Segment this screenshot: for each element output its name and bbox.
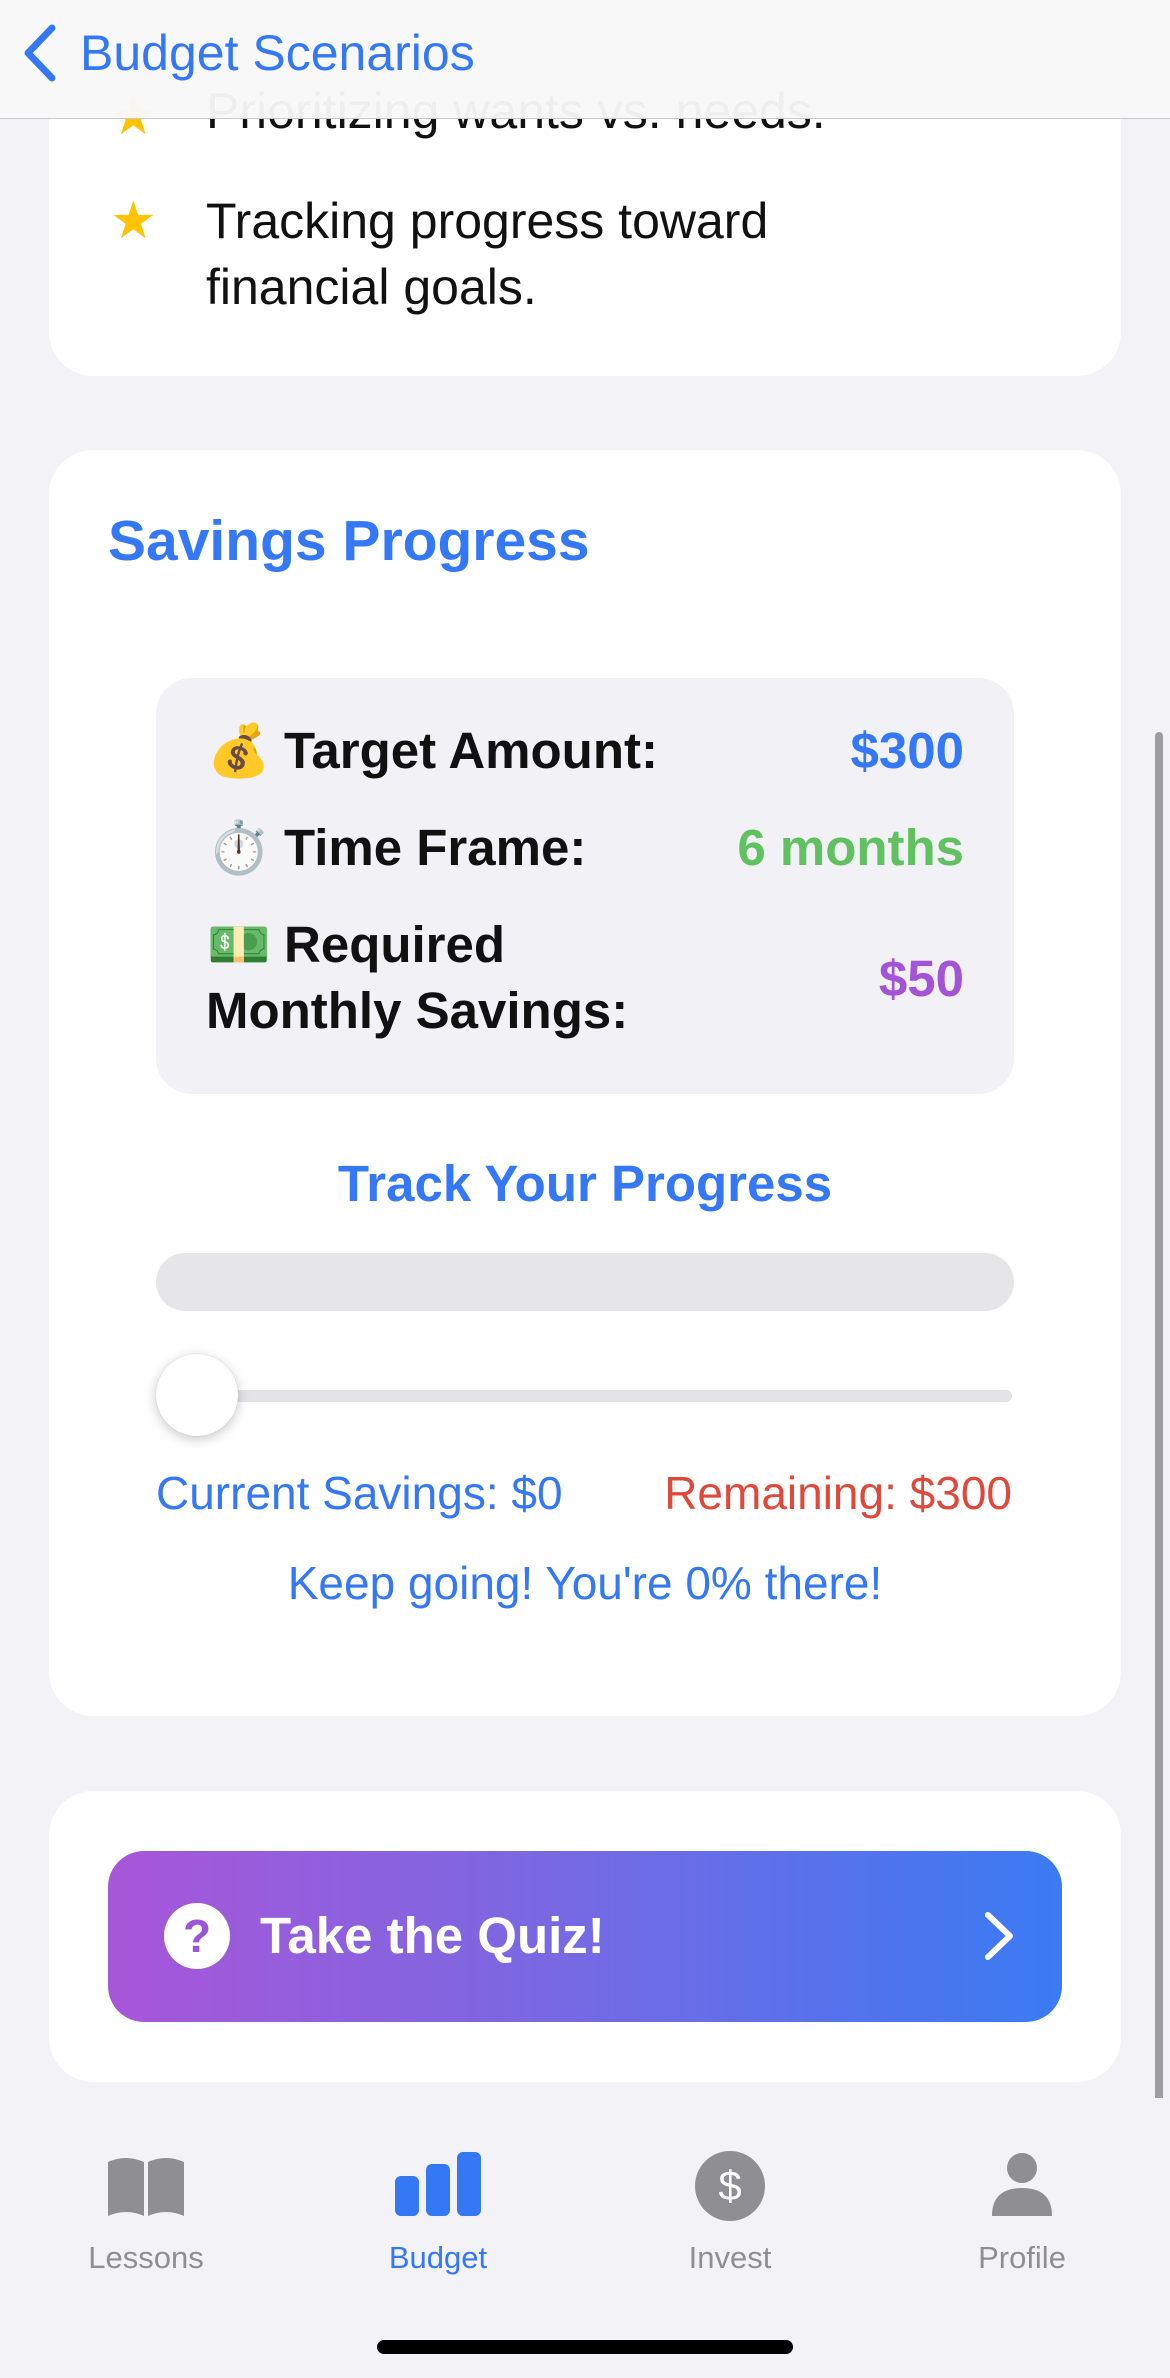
- savings-slider-track[interactable]: [156, 1390, 1012, 1402]
- take-quiz-button[interactable]: ? Take the Quiz!: [108, 1851, 1062, 2022]
- list-item: Tracking progress toward financial goals…: [206, 193, 769, 315]
- chevron-left-icon: [24, 24, 56, 82]
- home-indicator: [377, 2340, 793, 2354]
- chevron-right-icon: [985, 1912, 1013, 1960]
- star-icon: ★: [110, 192, 157, 250]
- navigation-bar: Budget Scenarios: [0, 0, 1170, 119]
- tab-lessons[interactable]: Lessons: [0, 2098, 292, 2298]
- tab-invest[interactable]: $ Invest: [584, 2098, 876, 2298]
- remaining-text: Remaining: $300: [664, 1467, 1012, 1519]
- scroll-indicator[interactable]: [1155, 732, 1163, 2120]
- back-button[interactable]: Budget Scenarios: [22, 18, 475, 88]
- savings-progress-bar: [156, 1253, 1014, 1311]
- back-label: Budget Scenarios: [80, 25, 475, 81]
- target-amount-label: 💰 Target Amount:: [206, 718, 658, 784]
- question-mark-icon: ?: [164, 1903, 230, 1969]
- encouragement-text: Keep going! You're 0% there!: [287, 1557, 883, 1609]
- tab-profile[interactable]: Profile: [876, 2098, 1168, 2298]
- section-title: Savings Progress: [108, 509, 590, 573]
- savings-summary-box: 💰 Target Amount: $300 ⏱️ Time Frame: 6 mon…: [156, 678, 1014, 1094]
- dollar-circle-icon: $: [695, 2151, 765, 2221]
- target-amount-value: $300: [850, 722, 964, 779]
- savings-slider-thumb[interactable]: [156, 1354, 238, 1436]
- money-bag-icon: 💰: [207, 722, 271, 779]
- tab-label: Profile: [978, 2240, 1066, 2275]
- bar-chart-icon: [395, 2152, 481, 2216]
- stopwatch-icon: ⏱️: [207, 819, 271, 876]
- tab-label: Budget: [388, 2240, 488, 2275]
- track-progress-title: Track Your Progress: [337, 1155, 833, 1212]
- svg-text:$: $: [718, 2162, 741, 2209]
- person-icon: [992, 2153, 1052, 2216]
- time-frame-value: 6 months: [737, 819, 964, 876]
- quiz-label: Take the Quiz!: [260, 1907, 605, 1964]
- tab-budget[interactable]: Budget: [292, 2098, 584, 2298]
- dollar-bill-icon: 💵: [207, 916, 271, 973]
- time-frame-label: ⏱️ Time Frame:: [206, 815, 586, 881]
- monthly-savings-label: 💵 Required Monthly Savings:: [206, 912, 686, 1044]
- tab-bar: Lessons Budget $ Invest Profile: [0, 2098, 1170, 2378]
- tab-label: Invest: [688, 2240, 772, 2275]
- book-icon: [108, 2158, 184, 2216]
- current-savings-text: Current Savings: $0: [156, 1467, 563, 1519]
- monthly-savings-value: $50: [878, 950, 964, 1007]
- tab-label: Lessons: [88, 2240, 204, 2275]
